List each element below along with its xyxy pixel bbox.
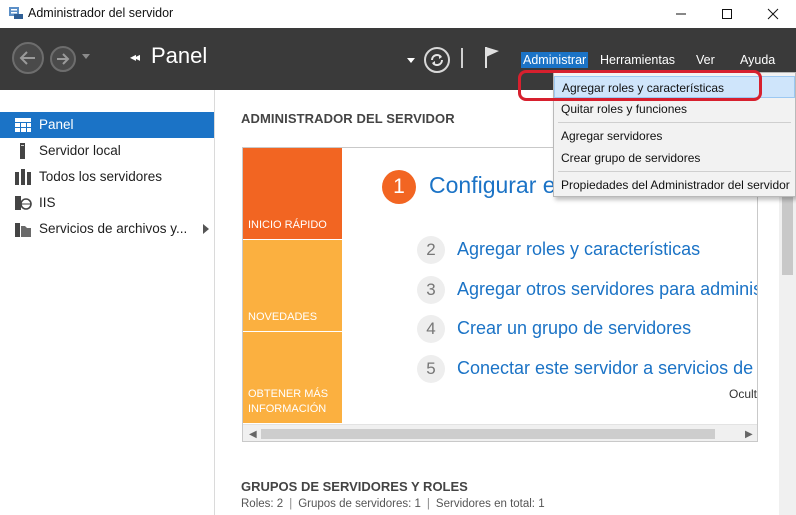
sidebar-item-file-services[interactable]: Servicios de archivos y... <box>0 216 214 242</box>
menu-item-remove-roles[interactable]: Quitar roles y funciones <box>554 98 795 120</box>
history-dropdown-icon[interactable] <box>82 54 90 59</box>
sidebar-item-label: Todos los servidores <box>39 169 163 184</box>
step-link-add-servers[interactable]: Agregar otros servidores para administra… <box>457 279 757 300</box>
server-icon <box>20 143 25 159</box>
stats-separator: | <box>289 498 293 510</box>
tile-label: OBTENER MÁS INFORMACIÓN <box>248 388 329 415</box>
title-bar: Administrador del servidor <box>0 0 796 28</box>
sidebar-item-label: Servidor local <box>39 143 121 158</box>
menu-item-create-group[interactable]: Crear grupo de servidores <box>554 147 795 169</box>
groups-count: Grupos de servidores: 1 <box>298 498 421 510</box>
sidebar-item-local-server[interactable]: Servidor local <box>0 138 214 164</box>
stats-separator: | <box>426 498 430 510</box>
hide-link[interactable]: Ocultar <box>729 387 757 401</box>
menu-separator <box>558 122 791 123</box>
window-title: Administrador del servidor <box>28 6 174 20</box>
section-title: ADMINISTRADOR DEL SERVIDOR <box>241 111 455 126</box>
scrollbar-thumb[interactable] <box>782 190 793 275</box>
tile-label: INICIO RÁPIDO <box>248 219 327 231</box>
step-link-connect-cloud[interactable]: Conectar este servidor a servicios de nu… <box>457 358 757 379</box>
sidebar: Panel Servidor local Todos los servidore… <box>0 90 215 515</box>
back-button[interactable] <box>12 42 44 74</box>
scrollbar-thumb[interactable] <box>261 429 715 439</box>
step-number-badge: 4 <box>417 315 445 343</box>
menu-item-add-servers[interactable]: Agregar servidores <box>554 125 795 147</box>
scroll-right-icon[interactable]: ▶ <box>745 429 753 440</box>
menu-herramientas[interactable]: Herramientas <box>598 52 677 68</box>
menu-item-label: Agregar servidores <box>561 129 663 143</box>
vertical-scrollbar[interactable] <box>779 190 796 515</box>
back-arrow-icon <box>19 51 35 65</box>
dashboard-icon <box>15 118 31 132</box>
step-number-badge: 1 <box>382 170 416 204</box>
sidebar-item-label: Panel <box>39 117 74 132</box>
roles-count: Roles: 2 <box>241 498 284 510</box>
maximize-button[interactable] <box>704 0 750 28</box>
step-number-badge: 5 <box>417 355 445 383</box>
forward-arrow-icon <box>57 53 70 65</box>
menu-item-properties[interactable]: Propiedades del Administrador del servid… <box>554 174 795 196</box>
scroll-left-icon[interactable]: ◀ <box>249 429 257 440</box>
servers-total: Servidores en total: 1 <box>435 498 545 510</box>
iis-icon <box>15 196 32 210</box>
notifications-flag-icon[interactable] <box>483 45 501 69</box>
breadcrumb-dropdown-icon[interactable] <box>407 58 415 63</box>
tile-label: NOVEDADES <box>248 311 318 323</box>
refresh-button[interactable] <box>424 47 450 73</box>
menu-ver[interactable]: Ver <box>694 52 717 68</box>
step-link-add-roles[interactable]: Agregar roles y características <box>457 239 700 260</box>
step-link-create-group[interactable]: Crear un grupo de servidores <box>457 318 691 339</box>
sidebar-item-panel[interactable]: Panel <box>0 112 214 138</box>
close-button[interactable] <box>750 0 796 28</box>
menu-ayuda[interactable]: Ayuda <box>738 52 777 68</box>
sidebar-item-all-servers[interactable]: Todos los servidores <box>0 164 214 190</box>
menu-item-label: Crear grupo de servidores <box>561 151 701 165</box>
sidebar-item-label: Servicios de archivos y... <box>39 221 188 236</box>
close-icon <box>767 8 779 20</box>
tile-whats-new[interactable]: NOVEDADES <box>243 240 342 331</box>
tile-quick-start[interactable]: INICIO RÁPIDO <box>243 148 342 239</box>
menu-item-label: Quitar roles y funciones <box>561 102 688 116</box>
forward-button[interactable] <box>50 46 76 72</box>
refresh-icon <box>431 54 443 66</box>
tile-learn-more[interactable]: OBTENER MÁS INFORMACIÓN <box>243 332 342 423</box>
annotation-highlight <box>518 70 762 101</box>
groups-section-title: GRUPOS DE SERVIDORES Y ROLES <box>241 479 468 494</box>
minimize-icon <box>676 13 686 15</box>
page-title: Panel <box>151 43 208 68</box>
file-services-icon <box>15 223 31 237</box>
step-number-badge: 3 <box>417 276 445 304</box>
maximize-icon <box>722 9 732 19</box>
groups-stats: Roles: 2 | Grupos de servidores: 1 | Servido… <box>241 498 545 510</box>
server-manager-app-icon <box>9 7 23 19</box>
servers-icon <box>15 169 31 185</box>
submenu-arrow-icon[interactable] <box>203 224 209 234</box>
step-number-badge: 2 <box>417 236 445 264</box>
toolbar-separator <box>461 48 463 68</box>
menu-administrar[interactable]: Administrar <box>521 52 589 68</box>
menu-item-label: Propiedades del Administrador del servid… <box>561 178 790 192</box>
horizontal-scrollbar[interactable]: ◀ ▶ <box>243 424 757 441</box>
sidebar-item-iis[interactable]: IIS <box>0 190 214 216</box>
menu-separator <box>558 171 791 172</box>
minimize-button[interactable] <box>658 0 704 28</box>
sidebar-item-label: IIS <box>39 195 56 210</box>
breadcrumb-arrows: ◂◂ <box>130 50 140 64</box>
